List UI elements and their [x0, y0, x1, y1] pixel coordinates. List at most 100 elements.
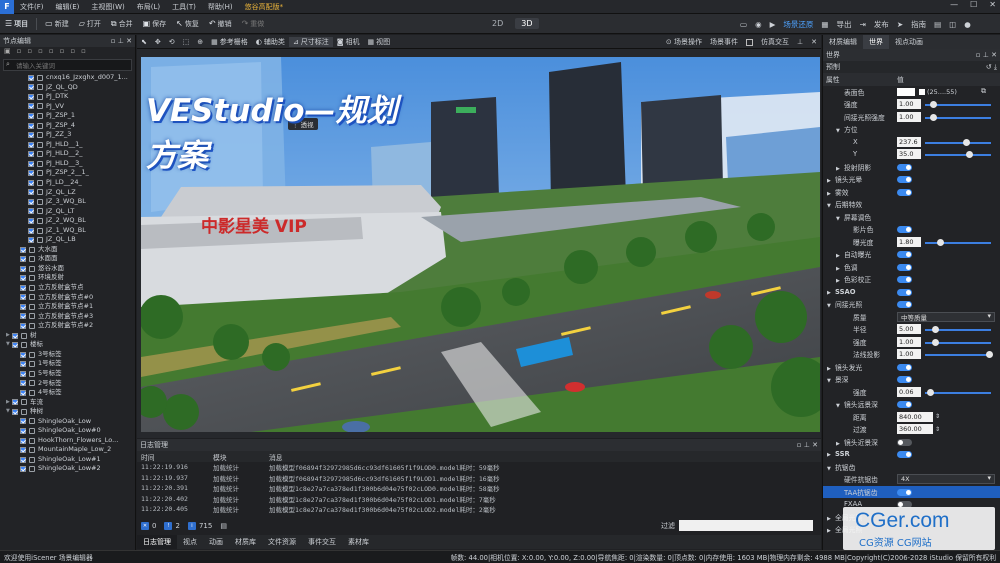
reference-grid-button[interactable]: ▦ 参考栅格: [207, 37, 252, 47]
filter-input[interactable]: [679, 520, 813, 531]
visibility-checkbox[interactable]: [28, 217, 34, 224]
export-button[interactable]: 导出: [837, 19, 852, 30]
tree-node[interactable]: ▼ 种树: [0, 407, 135, 417]
minimize-icon[interactable]: —: [950, 0, 958, 14]
visibility-checkbox[interactable]: [28, 208, 34, 215]
property-toggle[interactable]: [897, 188, 912, 196]
visibility-checkbox[interactable]: [12, 399, 18, 406]
close-icon[interactable]: ✕: [989, 0, 996, 14]
visibility-checkbox[interactable]: [20, 418, 26, 425]
tree-node[interactable]: 2号标签: [0, 379, 135, 389]
menu-item[interactable]: 编辑(E): [50, 2, 86, 12]
scene-restore-button[interactable]: 场景还原: [783, 19, 813, 30]
expand-arrow-icon[interactable]: ▶: [827, 516, 835, 522]
property-value-input[interactable]: 1.00: [897, 99, 921, 109]
visibility-checkbox[interactable]: [28, 103, 34, 110]
tree-node[interactable]: PJ_HLD__1_: [0, 140, 135, 150]
visibility-checkbox[interactable]: [20, 256, 26, 263]
expand-arrow-icon[interactable]: ▶: [836, 278, 844, 284]
tree-node[interactable]: 水面面: [0, 254, 135, 264]
add-icon[interactable]: ▫: [17, 47, 22, 57]
clear-icon[interactable]: ▤: [220, 522, 227, 530]
col-time[interactable]: 时间: [137, 451, 209, 462]
tree-node[interactable]: 立方反射盒节点#3: [0, 312, 135, 322]
move-tool-icon[interactable]: ✥: [151, 38, 165, 46]
expand-arrow-icon[interactable]: ▼: [836, 216, 844, 222]
expand-arrow-icon[interactable]: ▼: [827, 378, 835, 384]
property-value-input[interactable]: 1.00: [897, 349, 921, 359]
right-tab[interactable]: 视点动画: [889, 35, 929, 49]
tree-node[interactable]: 悠谷水面: [0, 264, 135, 274]
visibility-checkbox[interactable]: [28, 237, 34, 244]
property-slider-knob[interactable]: [932, 326, 940, 333]
merge-button[interactable]: ⧉ 合并: [106, 14, 138, 34]
expand-arrow-icon[interactable]: ▶: [827, 290, 835, 296]
warning-count[interactable]: ! 2: [164, 522, 180, 530]
tree-node[interactable]: 3号标签: [0, 350, 135, 360]
property-slider-knob[interactable]: [932, 338, 940, 346]
expand-arrow-icon[interactable]: ▶: [836, 441, 844, 447]
tree-node[interactable]: ShingleOak_Low#0: [0, 426, 135, 436]
restore-button[interactable]: ↖ 恢复: [171, 14, 204, 34]
menu-item[interactable]: 帮助(H): [202, 2, 239, 12]
tree-node[interactable]: PJ_ZZ_3: [0, 130, 135, 140]
bottom-tab[interactable]: 事件交互: [302, 535, 342, 549]
expand-arrow-icon[interactable]: ▼: [836, 403, 844, 409]
tree-node[interactable]: ▶ 树: [0, 331, 135, 341]
visibility-checkbox[interactable]: [28, 132, 34, 139]
expand-arrow-icon[interactable]: ▼: [827, 466, 835, 472]
up-icon[interactable]: ▫: [49, 47, 54, 57]
search-input[interactable]: ⌕ 请输入关键词: [3, 59, 132, 71]
expand-arrow-icon[interactable]: ▼: [827, 203, 835, 209]
property-slider-knob[interactable]: [929, 101, 937, 108]
expand-arrow-icon[interactable]: ▶: [827, 452, 835, 458]
visibility-checkbox[interactable]: [20, 370, 26, 377]
visibility-checkbox[interactable]: [12, 332, 18, 339]
visibility-checkbox[interactable]: [28, 160, 34, 167]
bottom-tab[interactable]: 文件资源: [262, 535, 302, 549]
tree-node[interactable]: ShingleOak_Low#2: [0, 464, 135, 474]
property-select[interactable]: 中等质量: [897, 311, 995, 322]
expand-arrow-icon[interactable]: ▶: [836, 166, 844, 172]
property-slider-track[interactable]: [925, 154, 991, 156]
color-swatch[interactable]: [897, 87, 915, 96]
visibility-checkbox[interactable]: [28, 122, 34, 129]
pin-icon[interactable]: ⊥: [983, 51, 989, 59]
right-tab[interactable]: 材质编辑: [823, 35, 863, 49]
visibility-checkbox[interactable]: [28, 170, 34, 177]
helpers-button[interactable]: ◐ 辅助类: [252, 37, 289, 47]
visibility-checkbox[interactable]: [12, 342, 18, 349]
restore-panel-icon[interactable]: ▫: [797, 441, 802, 449]
property-toggle[interactable]: [897, 276, 912, 283]
down-icon[interactable]: ▫: [60, 47, 65, 57]
property-slider-knob[interactable]: [937, 238, 945, 246]
property-value-input[interactable]: 5.00: [897, 324, 921, 334]
select-tool-icon[interactable]: ⬉: [137, 38, 151, 46]
property-value-input[interactable]: 1.80: [897, 236, 921, 247]
download-icon[interactable]: ⤓: [994, 63, 997, 71]
redo-button[interactable]: ↷ 重做: [237, 14, 270, 34]
property-toggle[interactable]: [897, 263, 912, 271]
tree-node[interactable]: 立方反射盒节点#1: [0, 302, 135, 312]
user-icon[interactable]: ●: [964, 20, 971, 29]
col-message[interactable]: 消息: [265, 451, 821, 462]
save-button[interactable]: ▣ 保存: [138, 14, 172, 34]
guide-button[interactable]: 指南: [911, 19, 926, 30]
error-count[interactable]: ✕ 0: [141, 522, 156, 530]
tab-3d[interactable]: 3D: [515, 18, 539, 29]
property-value-input[interactable]: 0.06: [897, 386, 921, 397]
collapse-icon[interactable]: ▫: [81, 47, 86, 57]
tree-node[interactable]: JZ_3_WQ_BL: [0, 197, 135, 207]
color-swatch-small[interactable]: [919, 88, 925, 95]
tree-node[interactable]: PJ_HLD__2_: [0, 149, 135, 159]
maximize-icon[interactable]: ☐: [970, 0, 977, 14]
property-slider-knob[interactable]: [929, 113, 937, 121]
bottom-tab[interactable]: 材质库: [229, 535, 262, 549]
visibility-checkbox[interactable]: [28, 151, 34, 158]
tree-node[interactable]: PJ_ZSP_4: [0, 121, 135, 131]
expand-arrow-icon[interactable]: ▼: [827, 303, 835, 309]
visibility-checkbox[interactable]: [20, 265, 26, 272]
property-slider-knob[interactable]: [985, 351, 993, 358]
reset-icon[interactable]: ↺: [986, 63, 992, 71]
property-toggle[interactable]: [897, 226, 912, 233]
